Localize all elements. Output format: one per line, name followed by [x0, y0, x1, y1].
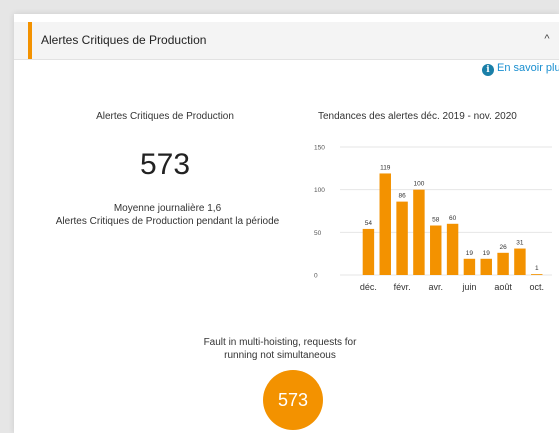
kpi-description: Moyenne journalière 1,6 Alertes Critique…	[55, 202, 280, 228]
bar-value-label-2: 86	[398, 193, 406, 200]
bar-5	[446, 223, 459, 275]
x-tick-label-3: juin	[461, 282, 476, 292]
kpi-title: Alertes Critiques de Production	[96, 111, 234, 122]
bar-0	[362, 228, 375, 275]
bar-value-label-6: 19	[466, 250, 474, 257]
kpi-daily-average: Moyenne journalière 1,6	[113, 203, 222, 214]
x-tick-label-0: déc.	[360, 282, 377, 292]
bar-value-label-7: 19	[483, 250, 491, 257]
header-accent-bar	[28, 22, 32, 59]
bar-2	[396, 201, 408, 275]
alerts-trend-chart: 0 50 100 150 54 119 86 100 58 60 19 19 26 31 1 déc. févr…	[314, 145, 552, 292]
kpi-value: 573	[139, 148, 191, 181]
bar-8	[497, 252, 509, 275]
chevron-up-icon[interactable]: ^	[540, 32, 554, 46]
bar-value-label-0: 54	[365, 220, 373, 227]
y-tick-label-100: 100	[314, 187, 325, 194]
bar-value-label-4: 58	[432, 217, 440, 224]
y-tick-label-50: 50	[314, 230, 322, 237]
x-tick-label-5: oct.	[529, 282, 544, 292]
y-tick-label-0: 0	[314, 273, 318, 280]
chart-title: Tendances des alertes déc. 2019 - nov. 2…	[318, 111, 517, 122]
bar-6	[463, 258, 476, 275]
kpi-period-text: Alertes Critiques de Production pendant …	[55, 216, 280, 227]
learn-more-label: En savoir plus	[497, 62, 559, 74]
bar-10	[531, 274, 543, 275]
bar-3	[413, 189, 425, 275]
fault-label: Fault in multi-hoisting, requests for ru…	[203, 337, 357, 361]
y-tick-label-150: 150	[314, 145, 325, 152]
bar-value-label-5: 60	[449, 215, 457, 222]
bar-4	[430, 225, 442, 275]
info-icon: i	[482, 64, 494, 76]
bar-1	[379, 173, 391, 275]
bar-7	[480, 258, 492, 275]
x-tick-label-2: avr.	[428, 282, 443, 292]
bar-value-label-1: 119	[380, 164, 391, 171]
bar-value-label-10: 1	[535, 265, 539, 272]
learn-more-link[interactable]: iEn savoir plus	[482, 62, 559, 76]
bar-value-label-8: 26	[499, 244, 507, 251]
bar-9	[514, 248, 526, 275]
bar-value-label-3: 100	[413, 181, 424, 188]
bar-value-label-9: 31	[516, 240, 524, 247]
panel-title: Alertes Critiques de Production	[41, 33, 207, 47]
x-tick-label-4: août	[494, 282, 512, 292]
x-tick-label-1: févr.	[394, 282, 411, 292]
fault-count-badge[interactable]: 573	[263, 370, 323, 430]
